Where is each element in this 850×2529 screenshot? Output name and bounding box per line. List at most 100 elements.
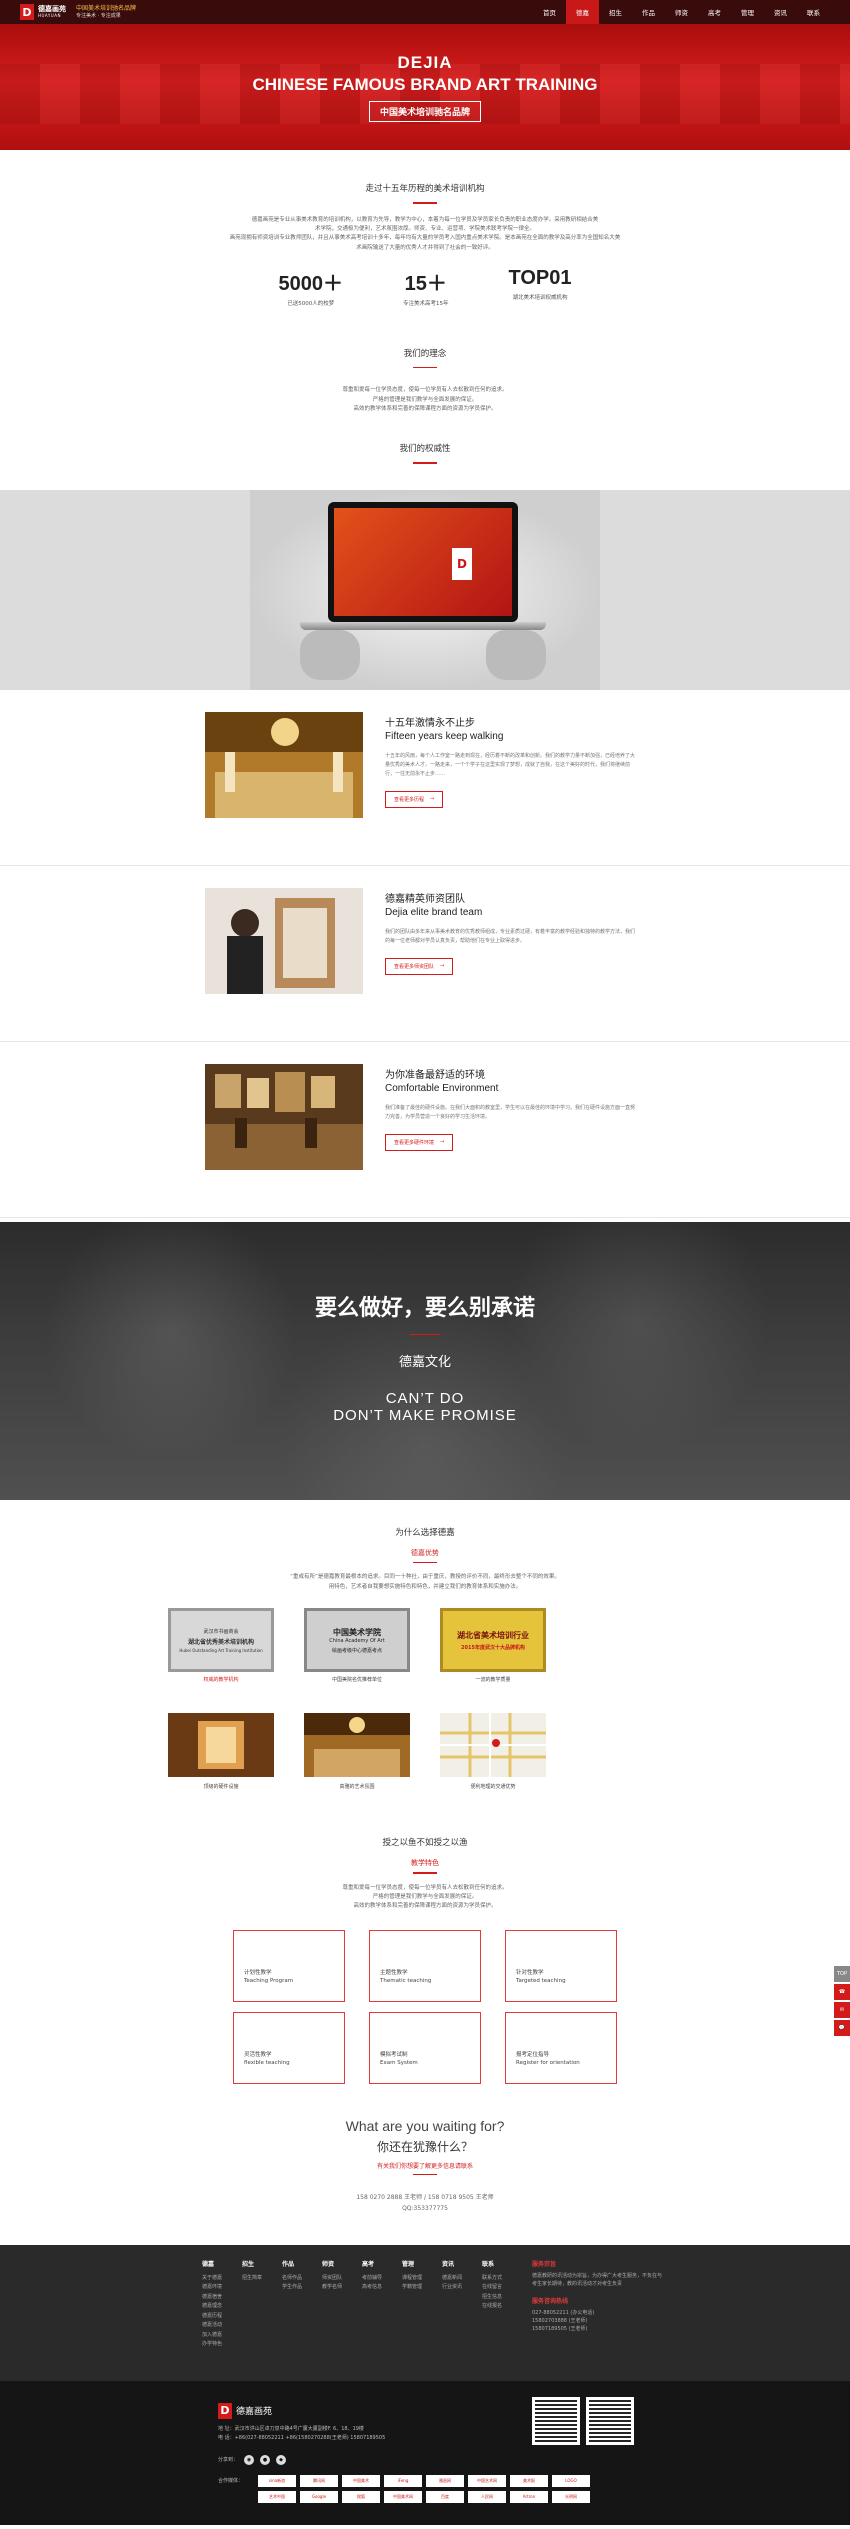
- footer-col-heading[interactable]: 作品: [282, 2259, 316, 2268]
- footer-link[interactable]: 教学名师: [322, 2283, 356, 2293]
- footer-link[interactable]: 名师作品: [282, 2274, 316, 2284]
- footer-contact-line: 15807189505 (王老师): [532, 2325, 588, 2332]
- footer-link[interactable]: 课程管理: [402, 2274, 436, 2284]
- nav-item-home[interactable]: 首页: [533, 0, 566, 24]
- footer-col-heading[interactable]: 师资: [322, 2259, 356, 2268]
- footer-link[interactable]: 德嘉环境: [202, 2283, 236, 2293]
- partner-logo[interactable]: 中国艺术网: [468, 2474, 506, 2487]
- laptop-image-band: D: [0, 489, 850, 690]
- partner-logo[interactable]: 光明网: [552, 2490, 590, 2503]
- footer-link[interactable]: 德嘉活动: [202, 2321, 236, 2331]
- advantage-tile[interactable]: 中国美术学院 China Academy Of Art 绘画考级中心德嘉考点 中…: [304, 1608, 410, 1683]
- footer-link[interactable]: 考前辅导: [362, 2274, 396, 2284]
- partner-logo[interactable]: 中国美术网: [384, 2490, 422, 2503]
- partner-logo[interactable]: Google: [300, 2490, 338, 2503]
- partner-logo[interactable]: 腾讯网: [300, 2474, 338, 2487]
- feature-btn-label: 查看更多历程: [394, 796, 425, 803]
- footer-link[interactable]: 行业资讯: [442, 2283, 476, 2293]
- nav-item-works[interactable]: 作品: [632, 0, 665, 24]
- advantage-tile[interactable]: 武汉市书画商会 湖北省优秀美术培训机构 Hubei Outstanding Ar…: [168, 1608, 274, 1683]
- divider: [413, 1561, 437, 1564]
- footer-col-heading[interactable]: 资讯: [442, 2259, 476, 2268]
- footer-col-heading[interactable]: 德嘉: [202, 2259, 236, 2268]
- feature-desc: 我们的团队由多年来从事美术教育的优秀教师组成，专业素质过硬，有着丰富的教学经验和…: [385, 928, 636, 944]
- footer-link[interactable]: 德嘉新闻: [442, 2274, 476, 2284]
- footer-col-heading[interactable]: 招生: [242, 2259, 276, 2268]
- chat-icon[interactable]: 💬: [834, 2020, 850, 2036]
- teaching-box[interactable]: 模拟考试制 Exam System: [369, 2011, 481, 2084]
- back-to-top-button[interactable]: TOP: [834, 1966, 850, 1982]
- nav-item-dejia[interactable]: 德嘉: [566, 0, 599, 24]
- partner-label: 合作媒体：: [218, 2478, 244, 2485]
- nav-item-exam[interactable]: 高考: [698, 0, 731, 24]
- footer-link[interactable]: 德嘉宿舍: [202, 2293, 236, 2303]
- nav-item-teachers[interactable]: 师资: [665, 0, 698, 24]
- footer-link[interactable]: 加入德嘉: [202, 2331, 236, 2341]
- partner-logo[interactable]: 中国美术: [342, 2474, 380, 2487]
- partner-logo[interactable]: iFeng: [384, 2474, 422, 2487]
- footer-link[interactable]: 办学特色: [202, 2340, 236, 2350]
- nav-item-news[interactable]: 资讯: [764, 0, 797, 24]
- advantage-tile-empty: [576, 1608, 682, 1683]
- footer-column: 师资 师资团队 教学名师: [322, 2259, 356, 2381]
- phone-icon[interactable]: ☎: [834, 1984, 850, 2000]
- partner-logo[interactable]: 美术报: [510, 2474, 548, 2487]
- partner-logo[interactable]: Artron: [510, 2490, 548, 2503]
- qq-icon[interactable]: ◆: [276, 2454, 287, 2465]
- teaching-box[interactable]: 灵活性教学 flexible teaching: [233, 2011, 345, 2084]
- partner-logo[interactable]: LOGO: [552, 2474, 590, 2487]
- nav-item-management[interactable]: 管理: [731, 0, 764, 24]
- footer-col-heading[interactable]: 管理: [402, 2259, 436, 2268]
- footer-link[interactable]: 学生作品: [282, 2283, 316, 2293]
- partner-logo[interactable]: 搜狐: [342, 2490, 380, 2503]
- feature-title-cn: 为你准备最舒适的环境: [385, 1069, 485, 1081]
- partner-logo[interactable]: 百度: [426, 2490, 464, 2503]
- cta-note[interactable]: 有关我们你想要了解更多信息请联系: [0, 2161, 850, 2170]
- partner-logo[interactable]: 雅昌网: [426, 2474, 464, 2487]
- advantage-tile[interactable]: 湖北省美术培训行业 2015年度武汉十大品牌机构 一流的教学质量: [440, 1608, 546, 1683]
- footer-link[interactable]: 在线报名: [482, 2302, 516, 2312]
- teaching-box[interactable]: 计划性教学 Teaching Program: [233, 1929, 345, 2002]
- feature-more-button[interactable]: 查看更多硬件环境 →: [385, 1133, 454, 1151]
- footer-link[interactable]: 德嘉历程: [202, 2312, 236, 2322]
- footer-col-heading[interactable]: 联系: [482, 2259, 516, 2268]
- advantage-tile[interactable]: 高雅的艺术氛围: [304, 1713, 410, 1790]
- footer-link[interactable]: 关于德嘉: [202, 2274, 236, 2284]
- footer-link[interactable]: 招生简章: [242, 2274, 276, 2284]
- mail-icon[interactable]: ✉: [834, 2002, 850, 2018]
- teaching-box[interactable]: 主题性教学 Thematic teaching: [369, 1929, 481, 2002]
- main-nav: 首页 德嘉 招生 作品 师资 高考 管理 资讯 联系: [533, 0, 830, 24]
- footer-link[interactable]: 在线留言: [482, 2283, 516, 2293]
- footer-link[interactable]: 联系方式: [482, 2274, 516, 2284]
- partner-logo[interactable]: 艺术中国: [258, 2490, 296, 2503]
- teaching-box[interactable]: 针对性教学 Targeted teaching: [505, 1929, 617, 2002]
- feature-more-button[interactable]: 查看更多历程 →: [385, 790, 444, 808]
- footer-link[interactable]: 德嘉理念: [202, 2302, 236, 2312]
- nav-item-admission[interactable]: 招生: [599, 0, 632, 24]
- page: D 德嘉画苑 HUAYUAN 中国美术培训驰名品牌 专注美术 · 专注成果 首页…: [0, 0, 850, 2525]
- laptop-screen-image: D: [334, 507, 512, 616]
- teaching-box[interactable]: 报考定位指导 Register for orientation: [505, 2011, 617, 2084]
- top-nav-bar: D 德嘉画苑 HUAYUAN 中国美术培训驰名品牌 专注美术 · 专注成果 首页…: [0, 0, 850, 24]
- box-en: Teaching Program: [244, 1977, 294, 1984]
- footer-link[interactable]: 师资团队: [322, 2274, 356, 2284]
- partner-logo[interactable]: 人民网: [468, 2490, 506, 2503]
- advantage-tile[interactable]: 便利地理的交通优势: [440, 1713, 546, 1790]
- stat-number: TOP01: [508, 266, 572, 289]
- partner-logo[interactable]: sina新浪: [258, 2474, 296, 2487]
- teach-text: 尊重和爱每一位学员态度，使每一位学员有人去松散到任何的追求。 严格的管理是我们教…: [0, 1884, 850, 1912]
- wechat-icon[interactable]: ●: [260, 2454, 271, 2465]
- feature-more-button[interactable]: 查看更多师资团队 →: [385, 957, 454, 975]
- stat-label: 湖北美术培训权威机构: [512, 294, 568, 301]
- nav-item-contact[interactable]: 联系: [797, 0, 830, 24]
- logo[interactable]: D 德嘉画苑 HUAYUAN 中国美术培训驰名品牌 专注美术 · 专注成果: [20, 4, 136, 20]
- footer-link[interactable]: 高考信息: [362, 2283, 396, 2293]
- intro-title: 走过十五年历程的美术培训机构: [365, 184, 485, 194]
- footer-col-heading[interactable]: 高考: [362, 2259, 396, 2268]
- footer-link[interactable]: 学籍管理: [402, 2283, 436, 2293]
- footer-link[interactable]: 招生信息: [482, 2293, 516, 2303]
- advantage-tile[interactable]: 顶级的硬件设施: [168, 1713, 274, 1790]
- qr-pattern: [589, 2399, 631, 2442]
- weibo-icon[interactable]: ◉: [244, 2454, 255, 2465]
- teach-subtitle: 教学特色: [411, 1859, 439, 1868]
